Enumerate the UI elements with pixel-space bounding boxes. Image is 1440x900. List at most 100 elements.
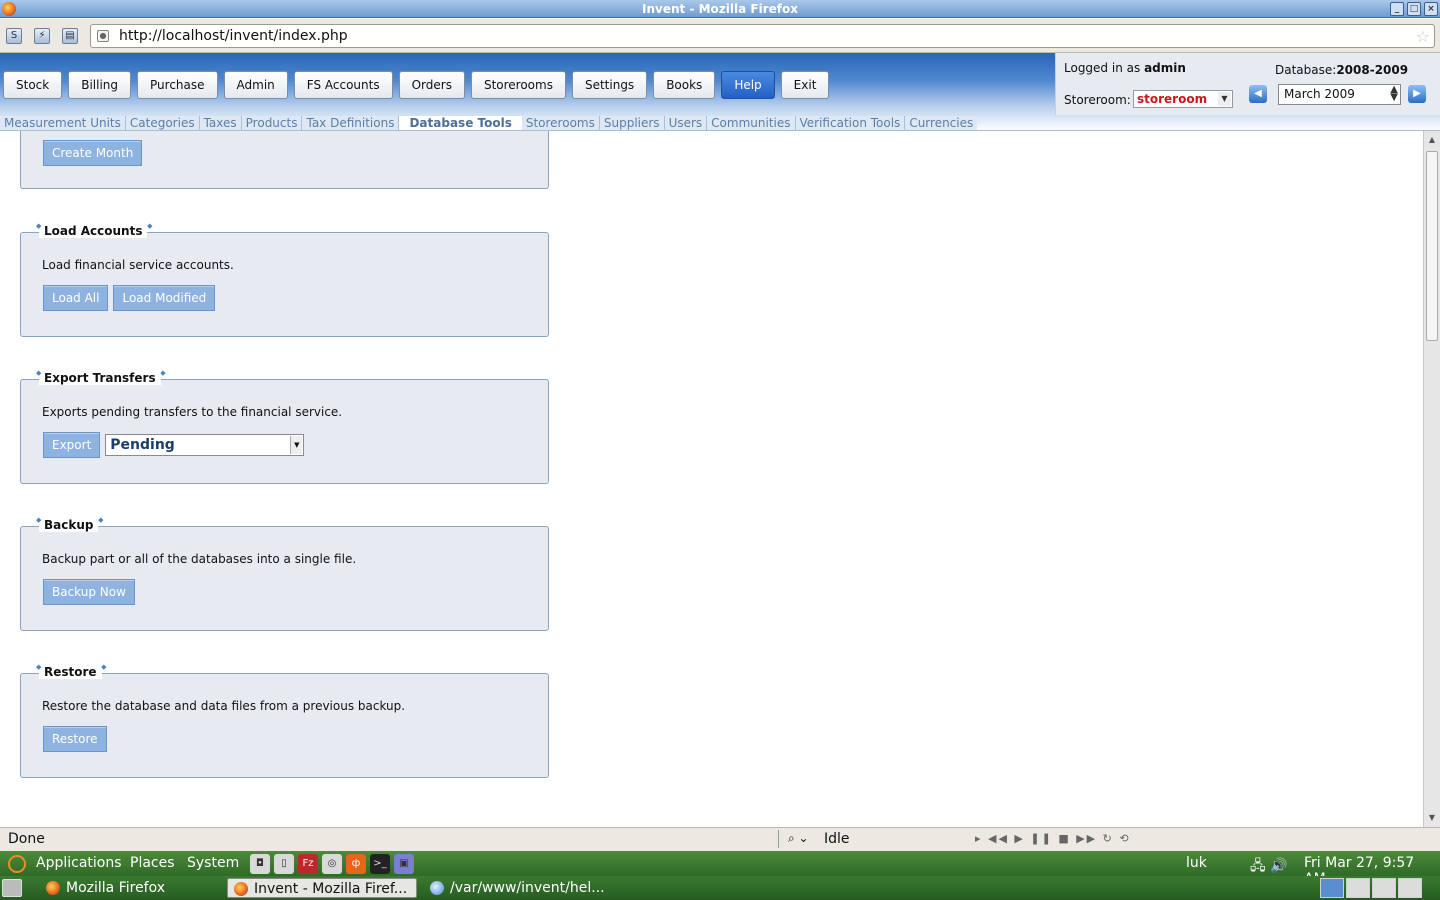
transfer-status-value: Pending [110,437,175,453]
lightning-icon[interactable]: ⚡ [34,28,50,44]
load-accounts-actions: Load All Load Modified [43,285,216,311]
main-navigation: Stock Billing Purchase Admin FS Accounts… [3,71,830,99]
nav-settings-button[interactable]: Settings [571,71,648,99]
scroll-thumb[interactable] [1426,151,1438,341]
main-content: Create Month Load Accounts Load financia… [0,131,1423,827]
nav-fs-accounts-button[interactable]: FS Accounts [293,71,393,99]
idle-status: Idle [824,831,850,847]
nav-help-button[interactable]: Help [721,71,775,99]
status-text: Done [8,831,45,847]
ubuntu-logo-icon[interactable] [8,855,26,873]
restore-button[interactable]: Restore [43,726,107,752]
scroll-up-icon[interactable]: ▲ [1425,133,1439,147]
restore-actions: Restore [43,726,107,752]
month-select[interactable]: March 2009 ▲ ▼ [1278,84,1401,105]
firefox-logo-icon [2,2,16,16]
taskbar-item-label: /var/www/invent/hel... [450,880,605,896]
backup-actions: Backup Now [43,579,135,605]
previous-month-icon[interactable]: ◀ [1249,85,1267,103]
screenshot-icon[interactable]: ▣ [394,854,414,874]
workspace-3[interactable] [1372,878,1396,898]
nav-purchase-button[interactable]: Purchase [137,71,218,99]
window-titlebar: Invent - Mozilla Firefox _ □ × [0,0,1440,18]
media-controls-icon[interactable]: ▸ ◀◀ ▶ ❚❚ ■ ▶▶ ↻ ⟲ [975,832,1131,845]
camera-icon[interactable]: ◘ [250,854,270,874]
filezilla-icon[interactable]: Fz [298,854,318,874]
places-menu[interactable]: Places [130,855,175,871]
nav-books-button[interactable]: Books [653,71,716,99]
url-text[interactable]: http://localhost/invent/index.php [119,28,348,44]
maximize-icon[interactable]: □ [1407,2,1421,16]
taskbar-item-label: Mozilla Firefox [66,880,166,896]
export-button[interactable]: Export [43,432,101,458]
load-accounts-description: Load financial service accounts. [42,258,234,272]
create-month-button[interactable]: Create Month [43,140,143,166]
system-menu[interactable]: System [187,855,239,871]
nav-stock-button[interactable]: Stock [3,71,63,99]
export-transfers-panel: Export Transfers Exports pending transfe… [20,369,549,484]
show-desktop-icon[interactable] [2,879,22,897]
nav-admin-button[interactable]: Admin [223,71,288,99]
user-name[interactable]: luk [1186,855,1207,871]
database-label: Database:2008-2009 [1275,63,1408,77]
close-icon[interactable]: × [1424,2,1438,16]
workspace-2[interactable] [1346,878,1370,898]
nav-storerooms-button[interactable]: Storerooms [470,71,566,99]
export-transfers-title: Export Transfers [36,369,165,385]
chevron-down-icon[interactable]: ▼ [1218,92,1231,106]
load-modified-button[interactable]: Load Modified [113,285,216,311]
storeroom-select[interactable]: storeroom ▼ [1133,90,1233,108]
app-header: Stock Billing Purchase Admin FS Accounts… [0,53,1440,132]
create-month-panel: Create Month [20,131,549,189]
storeroom-label: Storeroom: [1064,93,1131,107]
spinner-icon[interactable]: ▲ ▼ [1390,85,1398,103]
site-identity-icon[interactable]: ● [97,30,109,42]
nav-billing-button[interactable]: Billing [68,71,132,99]
firefox-icon [46,881,60,895]
logged-in-text: Logged in as admin [1064,61,1186,75]
search-icon[interactable]: ⌕ ⌄ [788,831,809,846]
taskbar-item-invent[interactable]: Invent - Mozilla Firef... [227,878,417,898]
chevron-down-icon[interactable]: ▼ [290,436,303,454]
next-month-icon[interactable]: ▶ [1408,85,1426,103]
backup-now-button[interactable]: Backup Now [43,579,135,605]
usb-icon[interactable]: ▯ [274,854,294,874]
nav-orders-button[interactable]: Orders [398,71,465,99]
s-toolbar-icon[interactable]: S [6,28,22,44]
scroll-down-icon[interactable]: ▼ [1425,811,1439,825]
page-tools-icon[interactable]: ▤ [62,28,78,44]
panel-launchers: ◘ ▯ Fz ◎ ф >_ ▣ [250,854,414,874]
firefox-icon[interactable]: ф [346,854,366,874]
workspace-1[interactable] [1320,878,1344,898]
status-divider [778,830,779,848]
export-transfers-description: Exports pending transfers to the financi… [42,405,343,419]
backup-description: Backup part or all of the databases into… [42,552,357,566]
vertical-scrollbar[interactable]: ▲ ▼ [1423,131,1440,827]
taskbar-item-label: Invent - Mozilla Firef... [254,881,408,897]
terminal-icon[interactable]: >_ [370,854,390,874]
load-accounts-panel: Load Accounts Load financial service acc… [20,222,549,337]
window-title: Invent - Mozilla Firefox [642,2,798,16]
session-info-panel: Logged in as admin Database:2008-2009 St… [1055,53,1440,115]
load-all-button[interactable]: Load All [43,285,109,311]
browser-statusbar: Done ⌕ ⌄ Idle ▸ ◀◀ ▶ ❚❚ ■ ▶▶ ↻ ⟲ [0,827,1440,851]
url-bar[interactable]: ● http://localhost/invent/index.php ☆ [90,24,1435,48]
database-value: 2008-2009 [1336,63,1409,77]
network-globe-icon[interactable]: ◎ [322,854,342,874]
logged-in-user: admin [1144,61,1186,75]
workspace-4[interactable] [1398,878,1422,898]
firefox-icon [234,882,248,896]
month-value: March 2009 [1284,87,1355,101]
workspace-switcher[interactable] [1320,878,1422,898]
create-month-actions: Create Month [43,140,143,166]
restore-panel: Restore Restore the database and data fi… [20,663,549,778]
transfer-status-select[interactable]: Pending ▼ [105,434,305,456]
taskbar-item-firefox[interactable]: Mozilla Firefox [40,878,220,898]
globe-icon [430,881,444,895]
restore-description: Restore the database and data files from… [42,699,406,713]
minimize-icon[interactable]: _ [1390,2,1404,16]
bookmark-star-icon[interactable]: ☆ [1416,27,1430,46]
taskbar-item-help[interactable]: /var/www/invent/hel... [424,878,624,898]
applications-menu[interactable]: Applications [36,855,122,871]
nav-exit-button[interactable]: Exit [780,71,830,99]
